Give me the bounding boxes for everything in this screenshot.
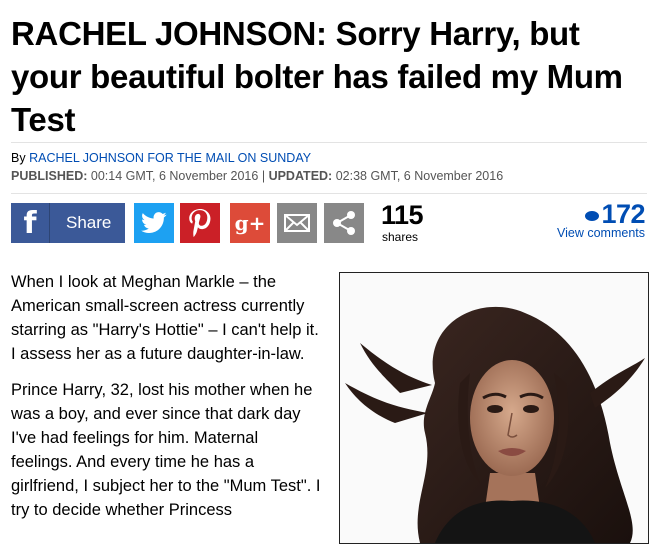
- divider: [11, 193, 647, 194]
- divider: [11, 142, 647, 143]
- comments-link[interactable]: 172 View comments: [557, 199, 645, 240]
- article-paragraph: When I look at Meghan Markle – the Ameri…: [11, 273, 319, 363]
- pinterest-share-button[interactable]: [180, 203, 220, 243]
- email-icon: [284, 214, 310, 232]
- article-body: When I look at Meghan Markle – the Ameri…: [11, 270, 321, 534]
- updated-label: UPDATED:: [268, 169, 333, 183]
- google-plus-icon: g+: [234, 211, 266, 235]
- portrait-image: [340, 273, 648, 543]
- date-separator: |: [261, 169, 266, 183]
- view-comments-label: View comments: [557, 226, 645, 240]
- pinterest-icon: [189, 209, 211, 237]
- updated-value: 02:38 GMT, 6 November 2016: [335, 169, 504, 183]
- comment-count: 172: [601, 199, 645, 229]
- share-count: 115: [381, 200, 424, 230]
- publish-dates: PUBLISHED: 00:14 GMT, 6 November 2016 | …: [11, 169, 503, 183]
- byline: By RACHEL JOHNSON FOR THE MAIL ON SUNDAY: [11, 151, 311, 165]
- share-bar: f Share g+ 115 shares 172 View comments: [11, 199, 647, 245]
- author-link[interactable]: RACHEL JOHNSON FOR THE MAIL ON SUNDAY: [29, 151, 311, 165]
- twitter-icon: [141, 212, 167, 233]
- byline-prefix: By: [11, 151, 26, 165]
- more-share-button[interactable]: [324, 203, 364, 243]
- facebook-share-label: Share: [66, 213, 112, 232]
- article-photo: [339, 272, 649, 544]
- comment-bubble-icon: [585, 211, 600, 221]
- share-count-label: shares: [382, 230, 419, 244]
- published-label: PUBLISHED:: [11, 169, 88, 183]
- facebook-icon: f: [11, 203, 50, 243]
- facebook-share-button[interactable]: f Share: [11, 203, 125, 243]
- email-share-button[interactable]: [277, 203, 317, 243]
- article-paragraph: Prince Harry, 32, lost his mother when h…: [11, 381, 321, 519]
- google-plus-share-button[interactable]: g+: [230, 203, 270, 243]
- share-icon: [333, 211, 355, 235]
- published-value: 00:14 GMT, 6 November 2016: [90, 169, 259, 183]
- twitter-share-button[interactable]: [134, 203, 174, 243]
- article-headline: RACHEL JOHNSON: Sorry Harry, but your be…: [11, 15, 623, 138]
